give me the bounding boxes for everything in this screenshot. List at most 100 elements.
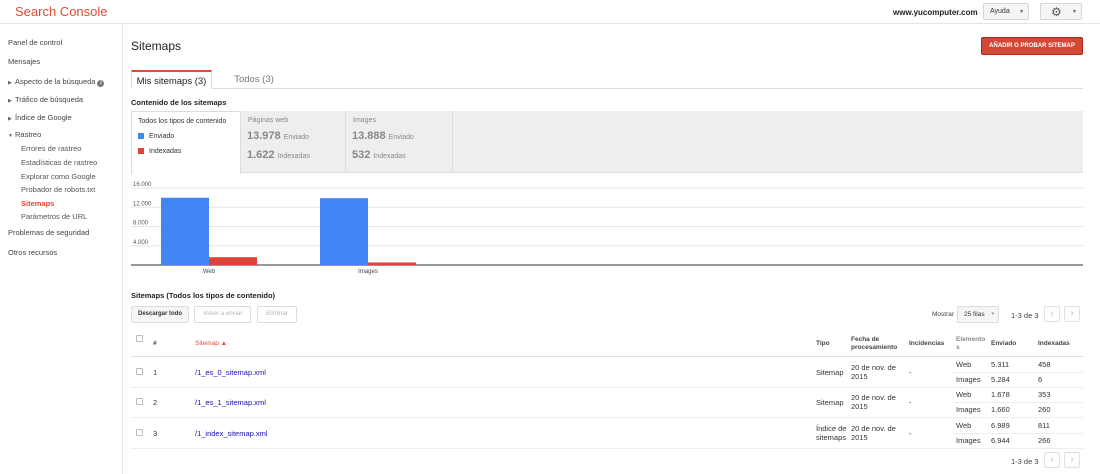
column-header-elements: Elemento s	[956, 336, 986, 351]
column-header-num: #	[153, 340, 157, 347]
y-tick-label: 8.000	[133, 221, 149, 227]
stat-value: 1.622	[247, 149, 275, 161]
sidebar-item-crawl-stats[interactable]: Estadísticas de rastreo	[21, 158, 97, 167]
row-checkbox[interactable]	[136, 429, 143, 436]
element-kind: Images	[956, 375, 981, 384]
info-icon[interactable]: i	[97, 80, 105, 87]
web-indexed-stat: 1.622 Indexadas	[247, 149, 310, 161]
sidebar-item-fetch-as-google[interactable]: Explorar como Google	[21, 172, 96, 181]
table-row-divider	[131, 448, 1083, 449]
element-indexed: 353	[1038, 390, 1051, 399]
element-indexed: 260	[1038, 405, 1051, 414]
filter-web-pages[interactable]: Páginas web 13.978 Enviado 1.622 Indexadas	[242, 111, 346, 173]
element-sent: 1.660	[991, 405, 1010, 414]
sidebar-item-crawl-errors[interactable]: Errores de rastreo	[21, 144, 81, 153]
table-row-divider	[131, 417, 1083, 418]
filter-title: Todos los tipos de contenido	[138, 118, 227, 125]
row-checkbox[interactable]	[136, 368, 143, 375]
top-bar: Search Console www.yucomputer.com Ayuda …	[0, 0, 1100, 24]
bar-web-indexed[interactable]	[209, 257, 257, 265]
sitemap-type: Sitemap	[816, 368, 844, 377]
sidebar-item-label: Tráfico de búsqueda	[15, 95, 84, 104]
web-sent-stat: 13.978 Enviado	[247, 130, 309, 142]
column-header-type: Tipo	[816, 340, 830, 347]
sitemap-link[interactable]: /1_es_1_sitemap.xml	[195, 398, 266, 407]
select-all-checkbox[interactable]	[136, 335, 143, 342]
sidebar-item-search-appearance[interactable]: ▶ Aspecto de la búsqueda i	[8, 77, 105, 87]
bar-web-sent[interactable]	[161, 197, 209, 265]
prev-page-button-bottom[interactable]: ‹	[1044, 452, 1060, 468]
sidebar-item-other-resources[interactable]: Otros recursos	[8, 248, 57, 257]
sidebar-item-label: Mensajes	[8, 57, 41, 66]
legend-swatch	[138, 148, 144, 154]
help-dropdown[interactable]: Ayuda ▾	[983, 3, 1029, 20]
next-page-button[interactable]: ›	[1064, 306, 1080, 322]
stat-label: Enviado	[388, 134, 414, 141]
tab-all-sitemaps[interactable]: Todos (3)	[226, 70, 282, 89]
stat-label: Indexadas	[373, 153, 406, 160]
sidebar-item-robots-tester[interactable]: Probador de robots.txt	[21, 185, 95, 194]
element-sent: 6.944	[991, 436, 1010, 445]
bar-images-indexed[interactable]	[368, 262, 416, 265]
gear-icon: ⚙	[1051, 5, 1062, 19]
row-checkbox[interactable]	[136, 398, 143, 405]
sitemap-bar-chart: 16.000 12.000 8.000 4.000 Web Images	[131, 182, 1083, 275]
sub-row-divider	[952, 402, 1083, 403]
next-page-button-bottom[interactable]: ›	[1064, 452, 1080, 468]
sidebar-item-search-traffic[interactable]: ▶ Tráfico de búsqueda	[8, 95, 83, 104]
sub-row-divider	[952, 433, 1083, 434]
sidebar-item-dashboard[interactable]: Panel de control	[8, 38, 62, 47]
filter-images[interactable]: Images 13.888 Enviado 532 Indexadas	[347, 111, 453, 173]
sitemap-type: Índice de sitemaps	[816, 424, 847, 442]
column-header-sitemap[interactable]: Sitemap ▲	[195, 340, 227, 348]
stat-value: 13.978	[247, 130, 281, 142]
row-number: 3	[153, 429, 158, 438]
sidebar-item-google-index[interactable]: ▶ Índice de Google	[8, 113, 72, 122]
sitemap-link[interactable]: /1_index_sitemap.xml	[195, 429, 268, 438]
delete-button[interactable]: Eliminar	[257, 306, 297, 323]
chevron-right-icon: ▶	[8, 116, 12, 122]
sidebar-item-sitemaps[interactable]: Sitemaps	[21, 199, 54, 208]
app-logo[interactable]: Search Console	[15, 4, 108, 19]
element-kind: Images	[956, 436, 981, 445]
filter-all-content-types[interactable]: Todos los tipos de contenido Enviado Ind…	[131, 111, 241, 174]
stat-value: 532	[352, 149, 371, 161]
processing-date: 20 de nov. de 2015	[851, 393, 896, 411]
sidebar-item-label: Otros recursos	[8, 248, 58, 257]
element-kind: Web	[956, 360, 972, 369]
add-test-sitemap-button[interactable]: AÑADIR O PROBAR SITEMAP	[981, 37, 1083, 55]
images-sent-stat: 13.888 Enviado	[352, 130, 414, 142]
column-header-issues: Incidencias	[909, 340, 945, 347]
sidebar-item-url-parameters[interactable]: Parámetros de URL	[21, 212, 87, 221]
show-label: Mostrar	[932, 311, 955, 318]
sidebar-item-messages[interactable]: Mensajes	[8, 57, 40, 66]
prev-page-button[interactable]: ‹	[1044, 306, 1060, 322]
settings-button[interactable]: ⚙ ▾	[1040, 3, 1082, 20]
resend-button[interactable]: Volver a enviar	[194, 306, 251, 323]
bar-images-sent[interactable]	[320, 198, 368, 265]
download-all-button[interactable]: Descargar todo	[131, 306, 189, 323]
processing-date: 20 de nov. de 2015	[851, 424, 896, 442]
chevron-down-icon: ▾	[1072, 9, 1076, 15]
legend-swatch	[138, 133, 144, 139]
issues-count: -	[909, 398, 912, 407]
help-label: Ayuda	[990, 8, 1010, 15]
stat-label: Enviado	[283, 134, 309, 141]
element-kind: Images	[956, 405, 981, 414]
sitemap-link[interactable]: /1_es_0_sitemap.xml	[195, 368, 266, 377]
table-header-divider	[131, 356, 1083, 357]
legend-label: Indexadas	[149, 148, 182, 155]
table-row-divider	[131, 387, 1083, 388]
y-tick-label: 4.000	[133, 240, 149, 246]
x-tick-label: Images	[358, 269, 378, 275]
stat-value: 13.888	[352, 130, 386, 142]
issues-count: -	[909, 368, 912, 377]
column-header-indexed: Indexadas	[1038, 340, 1070, 347]
sidebar-item-crawl[interactable]: ▼ Rastreo	[8, 130, 41, 139]
rows-per-page-value: 25 filas	[964, 311, 985, 318]
rows-per-page-select[interactable]: 25 filas ▾	[957, 306, 999, 323]
tab-my-sitemaps[interactable]: Mis sitemaps (3)	[131, 70, 212, 89]
chevron-right-icon: ▶	[8, 98, 12, 104]
element-kind: Web	[956, 390, 972, 399]
sidebar-item-security-issues[interactable]: Problemas de seguridad	[8, 228, 89, 237]
